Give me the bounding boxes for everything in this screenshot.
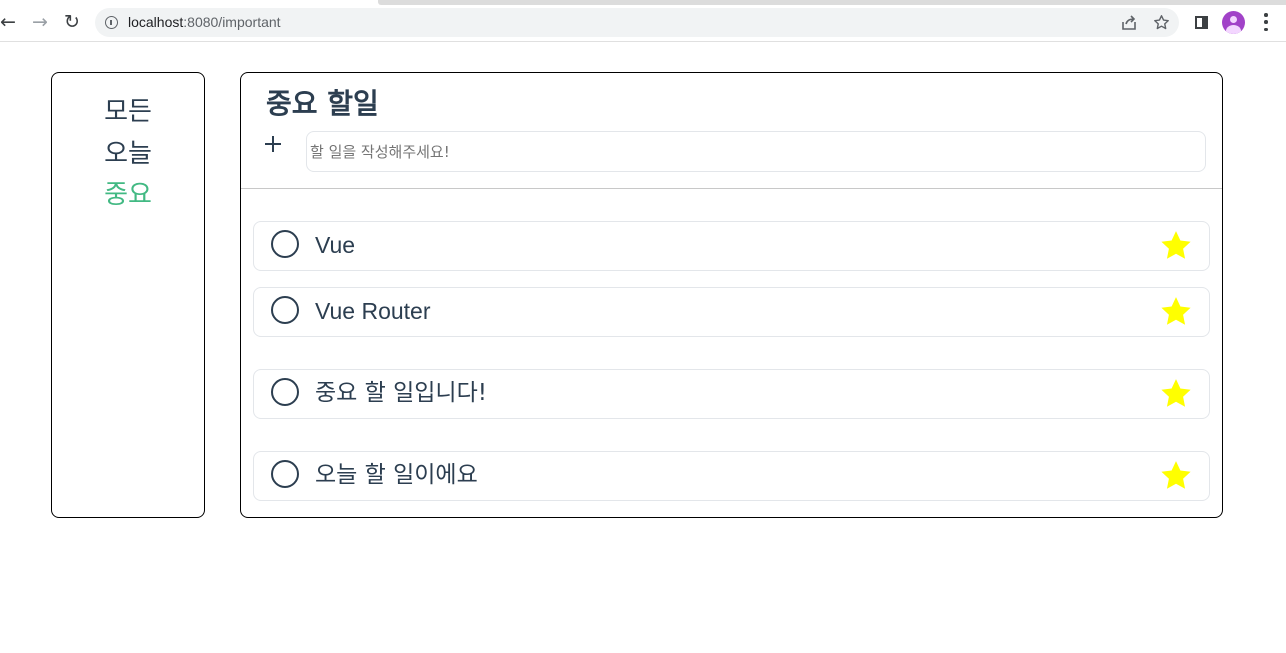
avatar-head bbox=[1230, 16, 1237, 23]
todo-text[interactable]: 오늘 할 일이에요 bbox=[315, 460, 478, 490]
divider bbox=[241, 188, 1222, 189]
browser-toolbar: ← → ↻ localhost:8080/important bbox=[0, 0, 1286, 42]
todo-text[interactable]: Vue Router bbox=[315, 296, 431, 326]
avatar-body bbox=[1226, 25, 1241, 34]
forward-arrow-icon[interactable]: → bbox=[29, 11, 51, 33]
profile-avatar[interactable] bbox=[1222, 11, 1245, 34]
tab-strip-edge bbox=[378, 0, 1286, 5]
page-title: 중요 할일 bbox=[266, 87, 379, 120]
important-todos-panel: 중요 할일 Vue Vue Router 중요 할 일입니다! 오늘 할 일이에… bbox=[240, 72, 1223, 518]
address-bar[interactable]: localhost:8080/important bbox=[95, 8, 1179, 37]
reload-icon[interactable]: ↻ bbox=[61, 11, 83, 33]
todo-text[interactable]: 중요 할 일입니다! bbox=[315, 378, 487, 408]
todo-item: Vue Router bbox=[253, 287, 1210, 337]
back-arrow-icon[interactable]: ← bbox=[0, 11, 19, 33]
browser-menu-icon[interactable] bbox=[1261, 13, 1271, 31]
complete-circle-icon[interactable] bbox=[271, 230, 299, 258]
share-icon[interactable] bbox=[1120, 13, 1139, 32]
bookmark-star-icon[interactable] bbox=[1152, 13, 1171, 32]
todo-item: Vue bbox=[253, 221, 1210, 271]
star-icon[interactable] bbox=[1159, 229, 1193, 263]
sidebar-item-today[interactable]: 오늘 bbox=[52, 137, 204, 171]
url-path: :8080/important bbox=[183, 14, 281, 30]
todo-item: 중요 할 일입니다! bbox=[253, 369, 1210, 419]
star-icon[interactable] bbox=[1159, 459, 1193, 493]
sidebar-item-all[interactable]: 모든 bbox=[52, 95, 204, 129]
star-icon[interactable] bbox=[1159, 295, 1193, 329]
url-host: localhost bbox=[128, 14, 184, 30]
sidebar-item-important[interactable]: 중요 bbox=[52, 178, 204, 212]
todo-text[interactable]: Vue bbox=[315, 230, 355, 260]
url-text[interactable]: localhost:8080/important bbox=[128, 14, 281, 30]
plus-icon[interactable] bbox=[265, 135, 283, 153]
sidebar: 모든 오늘 중요 bbox=[51, 72, 205, 518]
side-panel-icon[interactable] bbox=[1195, 16, 1208, 29]
todo-item: 오늘 할 일이에요 bbox=[253, 451, 1210, 501]
new-todo-input[interactable] bbox=[306, 131, 1206, 172]
site-info-icon[interactable] bbox=[105, 16, 118, 29]
star-icon[interactable] bbox=[1159, 377, 1193, 411]
complete-circle-icon[interactable] bbox=[271, 378, 299, 406]
complete-circle-icon[interactable] bbox=[271, 460, 299, 488]
complete-circle-icon[interactable] bbox=[271, 296, 299, 324]
